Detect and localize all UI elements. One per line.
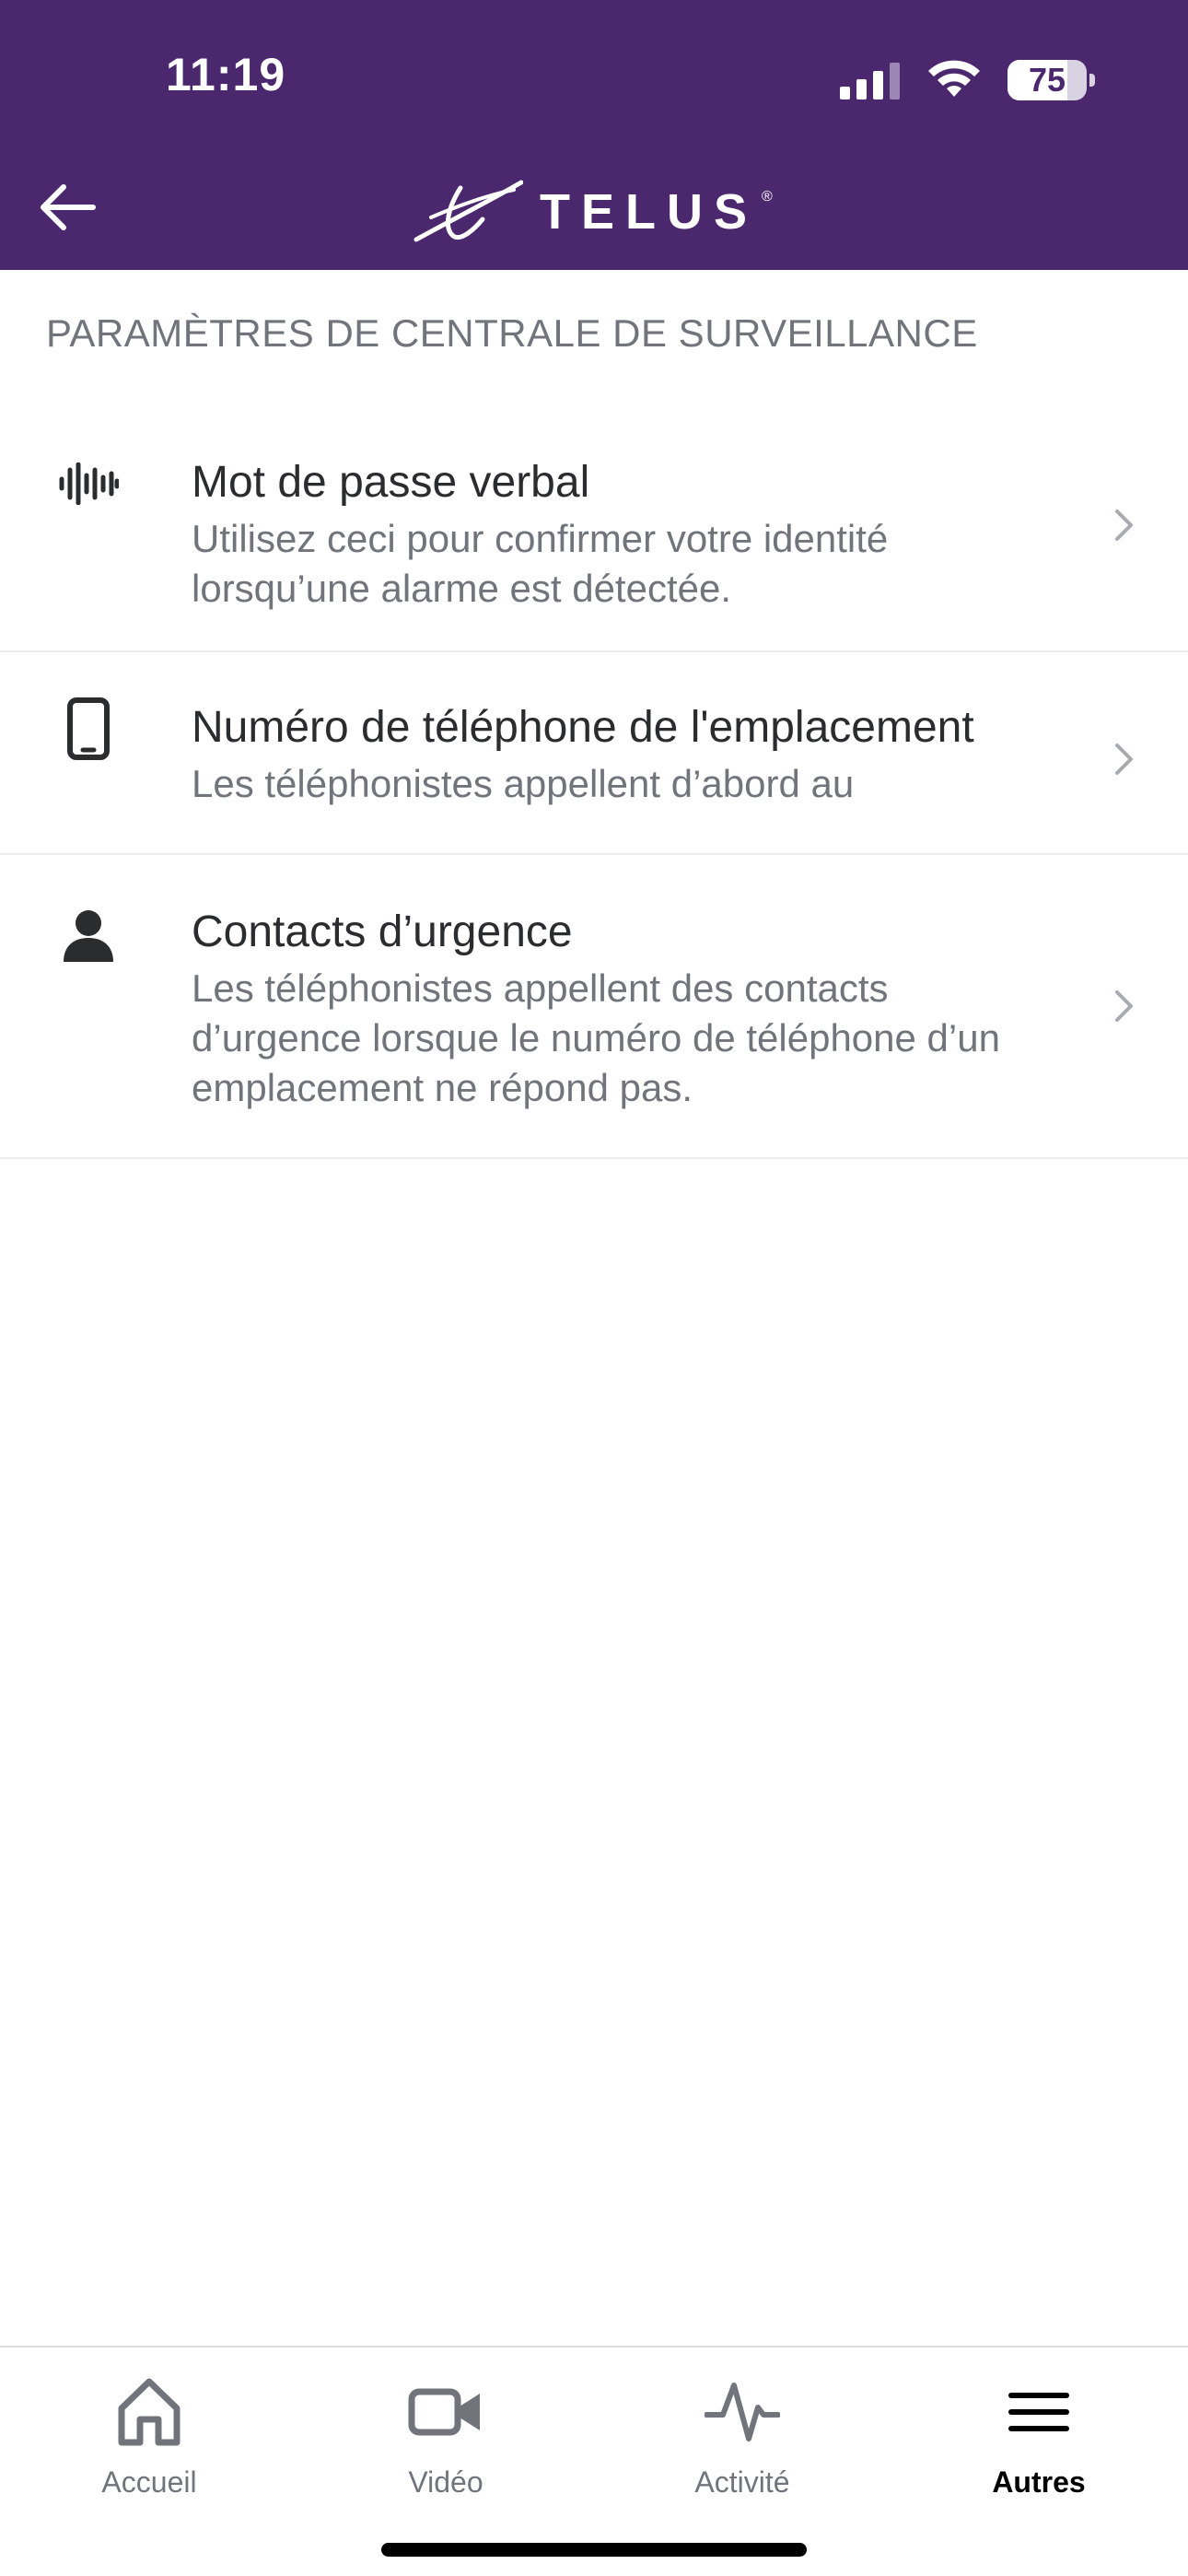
- home-indicator: [381, 2543, 807, 2557]
- menu-icon: [938, 2366, 1140, 2458]
- list-item-title: Numéro de téléphone de l'emplacement: [192, 703, 974, 752]
- tab-label: Autres: [992, 2465, 1086, 2499]
- list-item-text: Numéro de téléphone de l'emplacement Les…: [192, 700, 1059, 809]
- back-button[interactable]: [33, 173, 101, 241]
- battery-indicator: 75: [1007, 60, 1095, 100]
- list-item-title: Mot de passe verbal: [192, 458, 590, 507]
- list-item-subtitle: Utilisez ceci pour confirmer votre ident…: [192, 517, 889, 610]
- brand-name: TELUS: [540, 184, 759, 240]
- registered-mark: ®: [762, 189, 773, 205]
- voice-waveform-icon: [55, 463, 122, 505]
- activity-pulse-icon: [641, 2366, 844, 2458]
- tab-activite[interactable]: Activité: [641, 2366, 844, 2500]
- settings-list: Mot de passe verbal Utilisez ceci pour c…: [0, 402, 1188, 1159]
- section-title: PARAMÈTRES DE CENTRALE DE SURVEILLANCE: [46, 311, 978, 355]
- chevron-right-icon: [1111, 507, 1138, 544]
- tab-video[interactable]: Vidéo: [344, 2366, 547, 2500]
- list-item-emergency-contacts[interactable]: Contacts d’urgence Les téléphonistes app…: [0, 855, 1188, 1159]
- list-item-text: Mot de passe verbal Utilisez ceci pour c…: [192, 455, 1059, 614]
- tab-label: Accueil: [101, 2465, 197, 2499]
- list-item-subtitle: Les téléphonistes appellent d’abord au: [192, 762, 855, 805]
- battery-tip: [1089, 74, 1095, 87]
- bottom-tab-bar: Accueil Vidéo Activité Autres: [0, 2346, 1188, 2576]
- list-item-location-phone[interactable]: Numéro de téléphone de l'emplacement Les…: [0, 652, 1188, 855]
- list-item-subtitle: Les téléphonistes appellent des contacts…: [192, 966, 1000, 1109]
- person-icon: [55, 908, 122, 964]
- tab-accueil[interactable]: Accueil: [48, 2366, 250, 2500]
- tab-autres[interactable]: Autres: [938, 2366, 1140, 2500]
- chevron-right-icon: [1111, 988, 1138, 1025]
- status-time: 11:19: [166, 49, 286, 100]
- mobile-phone-icon: [55, 697, 122, 761]
- home-icon: [48, 2366, 250, 2458]
- video-camera-icon: [344, 2366, 547, 2458]
- list-item-verbal-password[interactable]: Mot de passe verbal Utilisez ceci pour c…: [0, 402, 1188, 652]
- wifi-icon: [928, 60, 980, 97]
- status-icons: 75: [840, 57, 1095, 103]
- arrow-left-icon: [41, 184, 96, 230]
- chevron-right-icon: [1111, 741, 1138, 778]
- list-item-title: Contacts d’urgence: [192, 907, 573, 956]
- telus-logo: TELUS ®: [413, 175, 786, 249]
- telus-swoosh-icon: [413, 180, 523, 242]
- cellular-signal-icon: [840, 63, 900, 100]
- app-header: 11:19 75 TELUS ®: [0, 0, 1188, 270]
- tab-label: Activité: [694, 2465, 790, 2499]
- battery-level: 75: [1028, 61, 1066, 99]
- list-item-text: Contacts d’urgence Les téléphonistes app…: [192, 905, 1059, 1113]
- tab-label: Vidéo: [408, 2465, 483, 2499]
